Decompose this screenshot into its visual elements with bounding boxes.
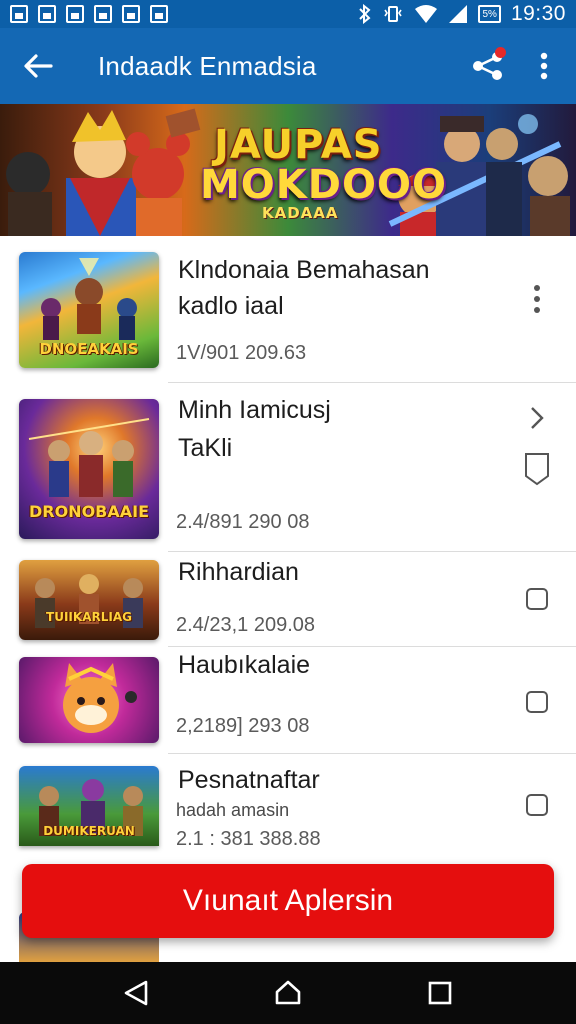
thumbnail-art [35, 574, 143, 628]
item-title: Pesnatnaftar [178, 762, 320, 798]
primary-action-button[interactable]: Vıunaıt Aplersin [22, 864, 554, 938]
item-title-line1: Minh Iamicusj [178, 396, 331, 424]
item-meta: 2.4/23,1 209.08 [176, 614, 316, 636]
game-thumbnail: TUIIKARLIAG [19, 560, 159, 640]
image-notification-icon [150, 5, 168, 23]
banner-logo-line3: KADAAA [262, 204, 339, 222]
thumbnail-caption: DNOEAKAIS [39, 340, 139, 358]
thumbnail-caption: DRONOBAAIE [28, 502, 150, 521]
list-item[interactable]: DRONOBAAIE Minh Iamicusj TaKli 2.4/891 2… [0, 383, 576, 551]
item-checkbox[interactable] [522, 687, 552, 717]
image-notification-icon [10, 5, 28, 23]
item-title-line1: Rihhardian [178, 558, 299, 586]
list-item[interactable]: TUIIKARLIAG Rihhardian 2.4/23,1 209.08 [0, 552, 576, 646]
item-meta: 2.1 : 381 388.88 [176, 828, 321, 850]
checkbox-icon [526, 794, 548, 816]
app-bar: Indaadk Enmadsia [0, 28, 576, 104]
back-button[interactable] [0, 28, 76, 104]
item-menu-button[interactable] [522, 284, 552, 314]
list-item[interactable]: DNOEAKAIS Klndonaia Bemahasan kadlo iaal… [0, 236, 576, 382]
item-checkbox[interactable] [522, 790, 552, 820]
bluetooth-icon [359, 4, 371, 24]
item-meta: 2.4/891 290 08 [176, 511, 310, 533]
square-recents-icon [428, 981, 452, 1005]
nav-recents-button[interactable] [410, 962, 470, 1024]
page-title: Indaadk Enmadsia [98, 50, 317, 81]
thumbnail-caption: TUIIKARLIAG [46, 610, 132, 624]
battery-icon: 5% [478, 5, 501, 23]
banner-logo-line2: MOKDOOO [200, 162, 448, 208]
game-thumbnail: DRONOBAAIE [19, 399, 159, 539]
item-meta: 2,2189] 293 08 [176, 715, 310, 737]
game-thumbnail: DUMIKERUAN [19, 766, 159, 846]
thumbnail-art [63, 663, 137, 733]
item-open-button[interactable] [522, 403, 552, 433]
item-title-line2: TaKli [178, 434, 233, 462]
item-title: Minh Iamicusj TaKli [178, 391, 331, 467]
status-time: 19:30 [510, 2, 566, 25]
more-vert-icon [540, 52, 548, 80]
checkbox-icon [526, 588, 548, 610]
notification-dot [495, 47, 506, 58]
item-title: Haubıkalaie [178, 647, 310, 683]
wifi-icon [415, 5, 438, 23]
checkbox-icon [526, 691, 548, 713]
more-vert-icon [534, 285, 540, 313]
image-notification-icon [38, 5, 56, 23]
chevron-right-icon [531, 407, 544, 429]
thumbnail-caption: DUMIKERUAN [43, 824, 135, 838]
item-subtitle: hadah amasin [176, 800, 290, 820]
item-title-line1: Klndonaia Bemahasan [178, 256, 430, 284]
home-icon [275, 980, 301, 1005]
item-title-line1: Haubıkalaie [178, 651, 311, 679]
item-title: Klndonaia Bemahasan kadlo iaal [178, 252, 430, 324]
share-button[interactable] [460, 28, 516, 104]
game-thumbnail: DNOEAKAIS [19, 252, 159, 368]
overflow-menu-button[interactable] [516, 28, 572, 104]
image-notification-icon [66, 5, 84, 23]
status-bar: 5% 19:30 [0, 0, 576, 28]
triangle-back-icon [124, 980, 148, 1006]
item-title-line2: kadlo iaal [178, 292, 284, 320]
item-title-line1: Pesnatnaftar [178, 766, 320, 794]
item-bookmark-button[interactable] [522, 451, 552, 487]
item-title: Rihhardian [178, 554, 299, 590]
system-nav-bar [0, 962, 576, 1024]
arrow-left-icon [24, 54, 53, 78]
item-meta: 1V/901 209.63 [176, 342, 307, 364]
game-banner[interactable]: JAUPAS MOKDOOO KADAAA [0, 104, 576, 236]
system-icons: 5% 19:30 [358, 2, 566, 26]
list-item[interactable]: DUMIKERUAN Pesnatnaftar hadah amasin 2.1… [0, 754, 576, 854]
list-item[interactable]: Haubıkalaie 2,2189] 293 08 [0, 647, 576, 753]
vibrate-icon [384, 6, 403, 22]
nav-back-button[interactable] [106, 962, 166, 1024]
item-checkbox[interactable] [522, 584, 552, 614]
image-notification-icon [94, 5, 112, 23]
signal-icon [449, 5, 468, 23]
bookmark-icon [525, 453, 549, 486]
game-thumbnail [19, 657, 159, 743]
nav-home-button[interactable] [258, 962, 318, 1024]
notification-icons [10, 5, 168, 23]
image-notification-icon [122, 5, 140, 23]
